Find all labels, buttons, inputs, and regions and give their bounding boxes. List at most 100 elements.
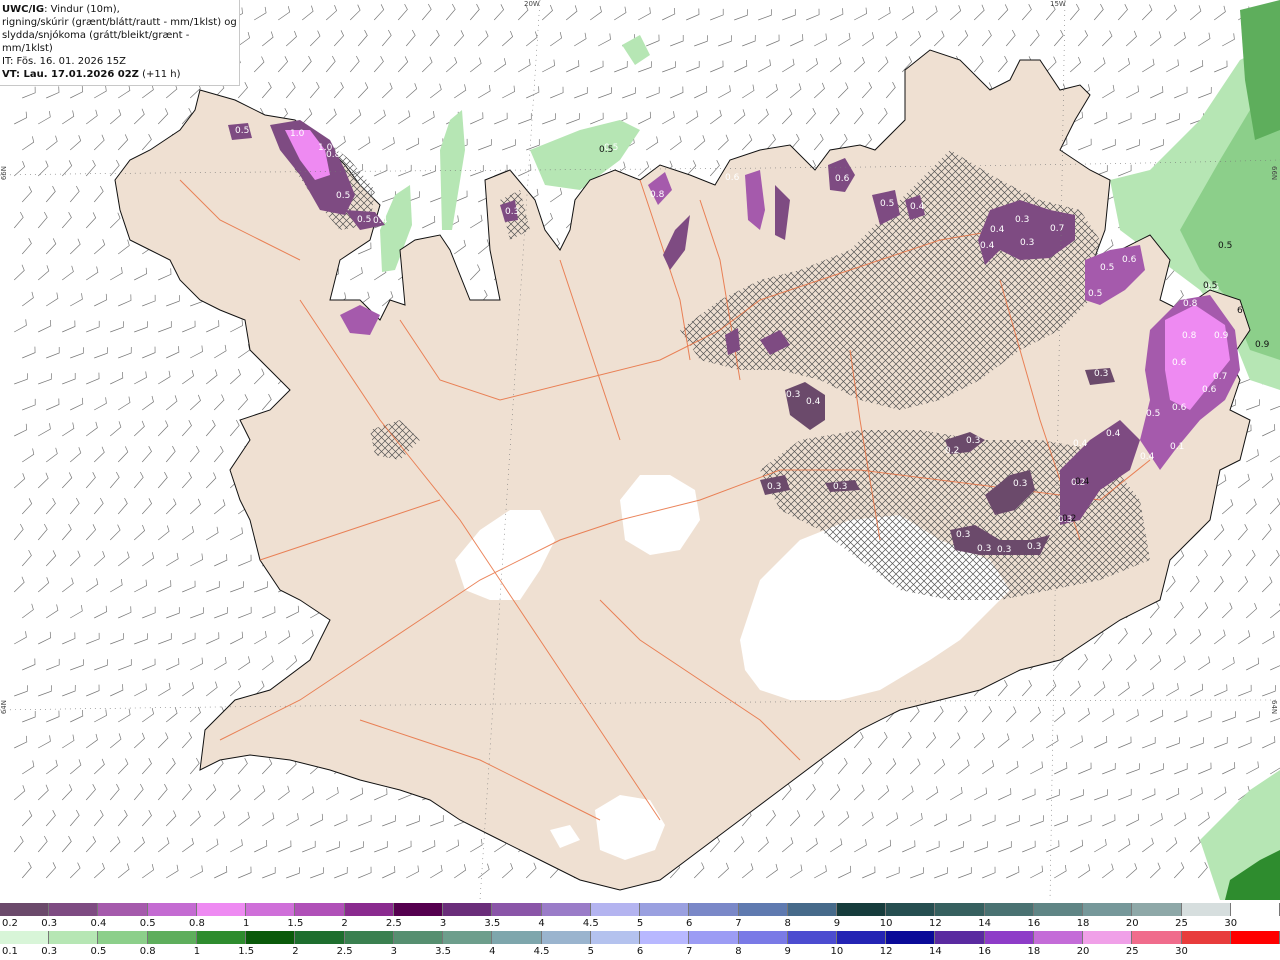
legend-swatch — [49, 931, 99, 944]
title-line-2: rigning/skúrir (grænt/blátt/rautt - mm/1… — [2, 17, 237, 28]
legend-label: 4 — [538, 918, 545, 929]
legend-swatch — [935, 931, 985, 944]
legend-swatch — [836, 903, 887, 916]
legend-swatch — [787, 903, 837, 916]
legend-swatch — [886, 903, 936, 916]
precip-value-label: 0.4 — [910, 202, 925, 212]
precip-value-label: 0.4 — [806, 397, 821, 407]
snow-legend-colorbar — [0, 903, 1280, 916]
legend-label: 20 — [1076, 946, 1090, 957]
legend-label: 4.5 — [533, 946, 550, 957]
precip-value-label: 0.3 — [966, 436, 980, 446]
snow-legend-labels: 0.2 0.3 0.4 0.5 0.8 1 1.5 2 2.5 3 3.5 4 4.5 5 6 7 8 9 10 12… — [0, 918, 1280, 931]
legend-label: 12 — [929, 918, 942, 929]
legend-swatch — [49, 903, 99, 916]
legend-swatch — [1033, 903, 1084, 916]
precip-value-label: 0.9 — [1214, 331, 1229, 341]
legend-label: 3 — [390, 946, 398, 957]
precip-value-label: 0.6 — [1172, 358, 1187, 368]
precip-value-label: 0.9 — [1255, 340, 1270, 350]
valid-time: VT: Lau. 17.01.2026 02Z — [2, 69, 139, 80]
legend-swatch — [196, 931, 247, 944]
precip-value-label: 0.3 — [997, 545, 1011, 555]
legend-label: 4.5 — [582, 918, 599, 929]
legend-label: 5 — [636, 918, 644, 929]
legend-label: 3.5 — [435, 946, 452, 957]
lat-label-66n-left: 66N — [0, 166, 8, 181]
title-line-3: slydda/snjókoma (grátt/bleikt/grænt - mm… — [2, 30, 190, 54]
legend-label: 7 — [735, 918, 742, 929]
legend-swatch — [0, 931, 50, 944]
legend-swatch — [640, 931, 690, 944]
precip-value-label: 0.3 — [1015, 215, 1029, 225]
valid-time-line: VT: Lau. 17.01.2026 02Z (+11 h) — [2, 68, 239, 81]
map-title-box: UWC/IG: Vindur (10m), rigning/skúrir (gr… — [0, 0, 240, 86]
legend-swatch — [1230, 931, 1280, 944]
precip-value-label: 0.3 — [786, 390, 800, 400]
legend-label: 2 — [292, 946, 299, 957]
legend-label: 1.5 — [238, 946, 255, 957]
legend-label: 3.5 — [484, 918, 501, 929]
precip-value-label: 0.6 — [835, 174, 850, 184]
legend-label: 9 — [833, 918, 841, 929]
precip-value-label: 0.7 — [1213, 372, 1227, 382]
legend-label: 8 — [784, 918, 791, 929]
legend-label: 18 — [1076, 918, 1090, 929]
precip-value-label: 0.4 — [1106, 429, 1121, 439]
legend-swatch — [443, 903, 493, 916]
precip-value-label: 0.5 — [1088, 289, 1102, 299]
legend-swatch — [640, 903, 690, 916]
legend-label: 0.4 — [90, 918, 107, 929]
precip-value-label: 0.3 — [1094, 369, 1108, 379]
legend-label: 2.5 — [385, 918, 402, 929]
legend-swatch — [1230, 903, 1280, 916]
legend-label: 25 — [1125, 946, 1139, 957]
legend-swatch — [98, 903, 148, 916]
legend-label: 14 — [929, 946, 942, 957]
legend-label: 1 — [242, 918, 250, 929]
precip-value-label: 0.8 — [650, 190, 665, 200]
legend-label: 0.8 — [188, 918, 205, 929]
legend-swatch — [738, 931, 788, 944]
lon-label-15w: 15W — [1050, 0, 1066, 8]
precip-value-label: 0.5 — [336, 191, 350, 201]
legend-label: 10 — [830, 946, 844, 957]
legend-swatch — [246, 903, 296, 916]
legend-swatch — [1083, 903, 1133, 916]
legend-swatch — [1132, 903, 1182, 916]
precip-value-label: 0.4 — [1073, 439, 1088, 449]
precip-value-label: 0.3 — [956, 530, 970, 540]
precip-value-label: 0.8 — [326, 150, 341, 160]
precip-value-label: 0.3 — [1013, 479, 1027, 489]
legend-label: 1 — [193, 946, 201, 957]
legend-label: 0.1 — [2, 946, 18, 957]
legend-swatch — [738, 903, 788, 916]
rain-legend-labels: 0.1 0.3 0.5 0.8 1 1.5 2 2.5 3 3.5 4 4.5 5 6 7 8 9 10 12 14 1… — [0, 946, 1280, 959]
lat-label-66n-right: 66N — [1270, 166, 1278, 181]
legend-label: 10 — [879, 918, 893, 929]
legend-swatch — [196, 903, 247, 916]
precip-value-label: 0.2 — [1062, 514, 1076, 524]
precip-value-label: 0.5 — [357, 215, 371, 225]
issue-time: IT: Fös. 16. 01. 2026 15Z — [2, 56, 126, 67]
precip-value-label: 0.5 — [880, 199, 894, 209]
precip-value-label: 0.7 — [1050, 224, 1064, 234]
legend-swatch — [541, 903, 591, 916]
legend-swatch — [1083, 931, 1133, 944]
legend-label: 12 — [879, 946, 893, 957]
legend-swatch — [443, 931, 493, 944]
legend-label: 8 — [735, 946, 742, 957]
precip-value-label: 0.5 — [1218, 241, 1232, 251]
legend-label: 30 — [1224, 918, 1238, 929]
precip-value-label: 0.3 — [1027, 542, 1041, 552]
legend-label: 0.5 — [139, 918, 156, 929]
legend-swatch — [984, 903, 1034, 916]
legend-swatch — [147, 931, 197, 944]
legend-swatch — [590, 931, 641, 944]
precip-value-label: 0.6 — [1122, 255, 1137, 265]
precip-value-label: 0.2 — [945, 446, 959, 456]
precip-value-label: 0.3 — [767, 482, 781, 492]
precip-value-label: 0.1 — [1170, 442, 1184, 452]
legend-swatch — [1132, 931, 1182, 944]
precip-value-label: 0.5 — [1146, 409, 1160, 419]
